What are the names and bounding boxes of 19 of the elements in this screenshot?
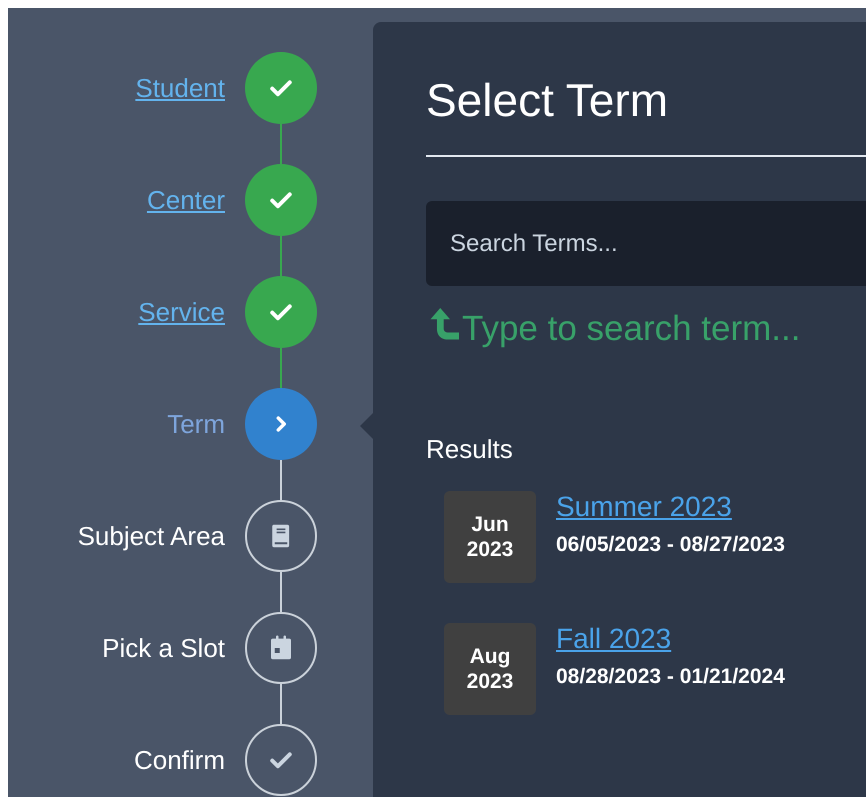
step-link[interactable]: Center <box>8 164 225 236</box>
step-link[interactable]: Student <box>8 52 225 124</box>
search-field[interactable]: Search Terms... <box>426 201 866 286</box>
term-link[interactable]: Fall 2023 <box>556 623 785 655</box>
year-text: 2023 <box>466 669 514 694</box>
step-label: Confirm <box>132 744 225 777</box>
step-label: Pick a Slot <box>101 632 225 665</box>
term-link[interactable]: Summer 2023 <box>556 491 785 523</box>
step-label: Subject Area <box>76 520 225 553</box>
search-hint: Type to search term... <box>462 308 800 350</box>
date-range: 08/28/2023 - 01/21/2024 <box>556 665 785 689</box>
results-heading: Results <box>426 434 514 465</box>
month-text: Aug <box>470 644 510 669</box>
date-range: 06/05/2023 - 08/27/2023 <box>556 533 785 557</box>
step-label: Term <box>166 408 225 441</box>
page-title: Select Term <box>426 73 670 128</box>
step-link[interactable]: Service <box>8 276 225 348</box>
month-text: Jun <box>471 512 509 537</box>
year-text: 2023 <box>466 537 514 562</box>
